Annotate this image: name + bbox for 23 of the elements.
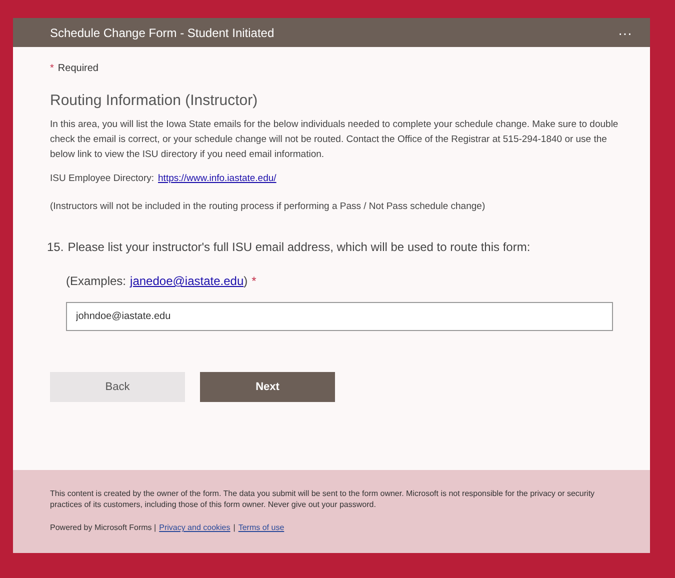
footer-link[interactable]: Privacy and cookies: [159, 522, 230, 534]
separator: |: [233, 522, 236, 534]
more-options-button[interactable]: ···: [618, 26, 632, 40]
example-link[interactable]: janedoe@iastate.edu: [130, 272, 244, 290]
footer-disclaimer: This content is created by the owner of the form. The data you submit will be sent to the form owner. Microsoft is not responsible for the privacy or security practices of its customers, including those of this form owner. Never give out your password.: [50, 488, 596, 510]
back-button[interactable]: Back: [50, 372, 185, 402]
question-text: Please list your instructor's full ISU email address, which will be used to route this form:: [68, 239, 530, 256]
directory-label: ISU Employee Directory:: [50, 172, 154, 186]
section-note: (Instructors will not be included in the routing process if performing a Pass / Not Pass schedule change): [50, 200, 486, 214]
section-description: In this area, you will list the Iowa State emails for the below individuals needed to complete your schedule change. Make sure to double check the email is correct, or your schedule change will not be routed. Contact the Office of the Registrar at 515-294-1840 or use the below link to view the ISU directory if you need email information.: [50, 118, 620, 162]
form-title: Schedule Change Form - Student Initiated: [50, 24, 274, 42]
examples-label: (Examples:: [66, 273, 126, 290]
required-label: Required: [58, 62, 98, 76]
next-button[interactable]: Next: [200, 372, 335, 402]
question-number: 15.: [47, 239, 64, 256]
email-field[interactable]: johndoe@iastate.edu: [66, 302, 613, 331]
powered-by-text: Powered by Microsoft Forms |: [50, 522, 156, 534]
examples-close: ): [244, 273, 248, 290]
directory-link[interactable]: https://www.info.iastate.edu/: [158, 172, 276, 186]
required-mark: *: [50, 62, 54, 76]
section-title: Routing Information (Instructor): [50, 91, 259, 111]
required-mark: *: [252, 273, 256, 290]
footer-link[interactable]: Terms of use: [238, 522, 284, 534]
